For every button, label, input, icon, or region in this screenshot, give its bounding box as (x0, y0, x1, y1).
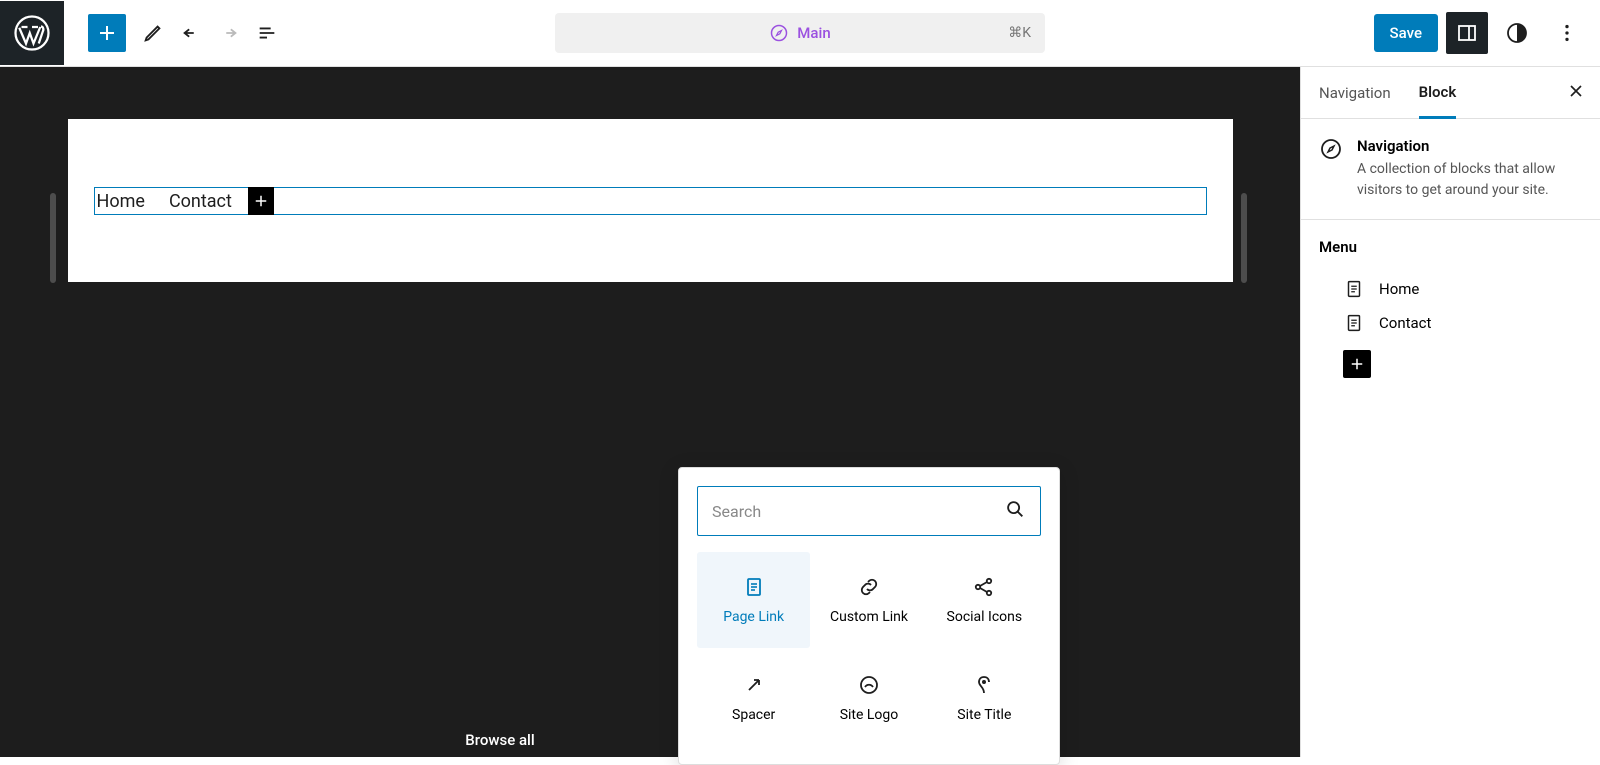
redo-icon (210, 14, 248, 52)
top-toolbar: Main ⌘K Save (0, 0, 1600, 67)
resize-handle-right[interactable] (1241, 193, 1247, 283)
inserter-page-link[interactable]: Page Link (697, 552, 810, 648)
more-options-icon[interactable] (1546, 12, 1588, 54)
page-canvas[interactable]: Home Contact (68, 119, 1233, 282)
menu-item-contact[interactable]: Contact (1319, 306, 1582, 340)
command-center[interactable]: Main ⌘K (555, 13, 1045, 53)
page-icon (1343, 312, 1365, 334)
settings-panel-toggle[interactable] (1446, 12, 1488, 54)
close-panel-icon[interactable] (1566, 81, 1586, 105)
navigation-block[interactable]: Home Contact (94, 187, 1207, 215)
tab-block[interactable]: Block (1419, 68, 1457, 119)
block-title: Navigation (1357, 137, 1582, 155)
save-button[interactable]: Save (1374, 14, 1438, 52)
inserter-social-icons[interactable]: Social Icons (928, 552, 1041, 648)
search-input[interactable] (712, 502, 1004, 521)
compass-icon (769, 23, 789, 43)
menu-add-button[interactable] (1343, 350, 1371, 378)
editor-canvas-area: Home Contact Page Link (0, 67, 1300, 757)
styles-toggle-icon[interactable] (1496, 12, 1538, 54)
menu-item-home[interactable]: Home (1319, 272, 1582, 306)
document-overview-icon[interactable] (248, 14, 286, 52)
inserter-custom-link[interactable]: Custom Link (812, 552, 925, 648)
undo-icon[interactable] (172, 14, 210, 52)
block-description: A collection of blocks that allow visito… (1357, 159, 1582, 201)
nav-link-contact[interactable]: Contact (157, 191, 244, 212)
nav-add-button[interactable] (248, 187, 274, 215)
page-icon (1343, 278, 1365, 300)
inserter-search[interactable] (697, 486, 1041, 536)
tab-navigation[interactable]: Navigation (1319, 67, 1391, 118)
resize-handle-left[interactable] (50, 193, 56, 283)
edit-tool-icon[interactable] (134, 14, 172, 52)
settings-sidebar: Navigation Block Navigation A collection… (1300, 67, 1600, 757)
navigation-block-icon (1319, 137, 1343, 201)
add-block-button[interactable] (88, 14, 126, 52)
template-name: Main (797, 24, 830, 42)
wordpress-logo[interactable] (0, 1, 64, 65)
menu-heading: Menu (1319, 238, 1582, 256)
shortcut-hint: ⌘K (1008, 25, 1031, 41)
search-icon (1004, 498, 1026, 524)
nav-link-home[interactable]: Home (95, 191, 157, 212)
block-inserter-popover: Page Link Custom Link Social Icons Space… (678, 467, 1060, 765)
browse-all-row: Browse all (0, 730, 1000, 749)
browse-all-link[interactable]: Browse all (465, 731, 534, 749)
